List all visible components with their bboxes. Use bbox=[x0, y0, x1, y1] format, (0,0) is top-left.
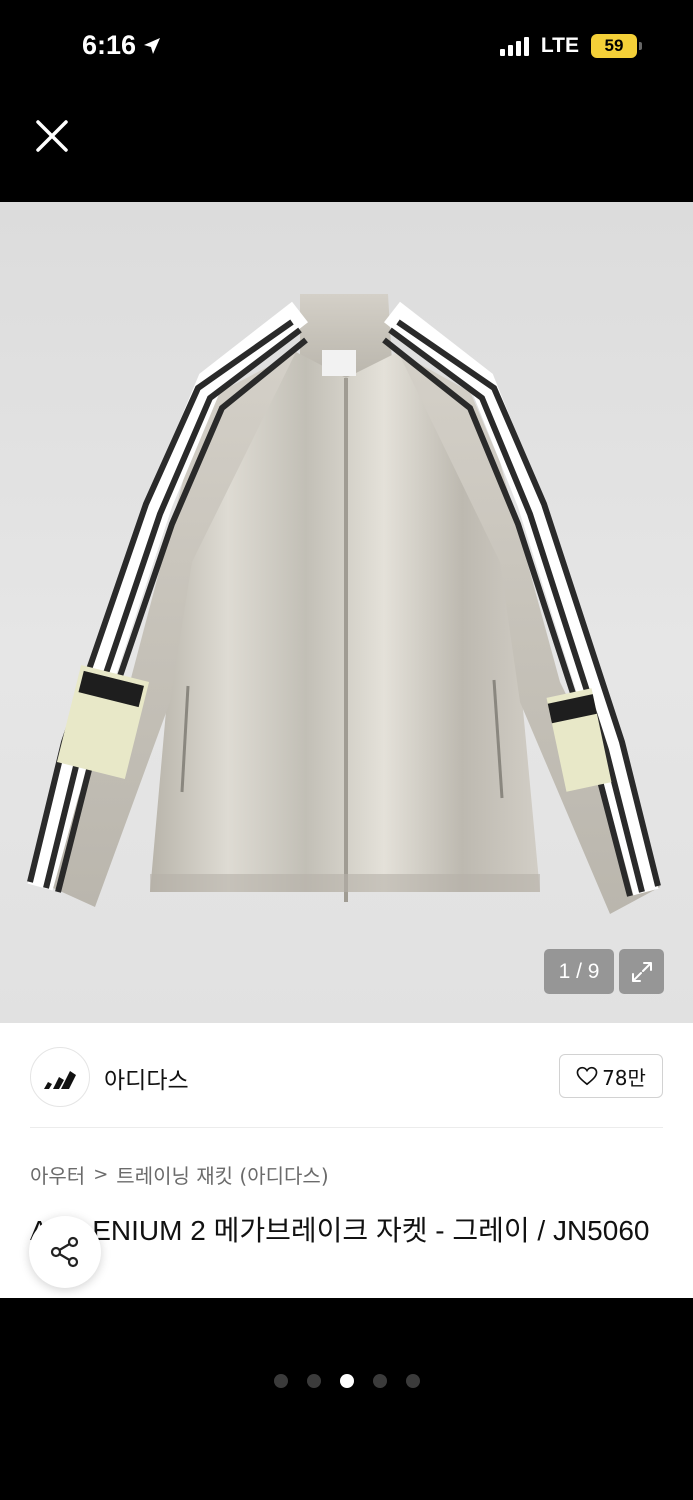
battery-level: 59 bbox=[604, 36, 624, 55]
breadcrumb: 아우터 > 트레이닝 재킷 (아디다스) bbox=[30, 1160, 329, 1189]
divider bbox=[30, 1127, 663, 1128]
breadcrumb-category[interactable]: 아우터 bbox=[30, 1160, 85, 1189]
brand-logo[interactable] bbox=[30, 1047, 90, 1107]
product-sheet: 1 / 9 아디다스 78만 아우터 > 트레이닝 재킷 (아디다스) ADIL… bbox=[0, 202, 693, 1298]
time-text: 6:16 bbox=[82, 30, 137, 60]
battery-icon: 59 bbox=[591, 34, 642, 58]
like-count: 78만 bbox=[602, 1065, 646, 1090]
pager-dot[interactable] bbox=[273, 1374, 288, 1388]
location-arrow-icon bbox=[144, 37, 161, 54]
like-button[interactable]: 78만 bbox=[559, 1054, 663, 1098]
breadcrumb-subcategory[interactable]: 트레이닝 재킷 (아디다스) bbox=[116, 1160, 328, 1189]
expand-button[interactable] bbox=[619, 949, 664, 994]
breadcrumb-separator: > bbox=[93, 1164, 109, 1185]
network-label: LTE bbox=[540, 34, 579, 57]
close-button[interactable] bbox=[30, 114, 74, 158]
expand-icon bbox=[631, 961, 652, 982]
signal-icon bbox=[499, 36, 529, 56]
brand-row: 아디다스 78만 bbox=[30, 1047, 663, 1107]
product-image[interactable]: 1 / 9 bbox=[0, 202, 693, 1023]
pager-dot-active[interactable] bbox=[339, 1374, 354, 1388]
pager-dots bbox=[0, 1374, 693, 1388]
pager-dot[interactable] bbox=[372, 1374, 387, 1388]
jacket-illustration bbox=[27, 294, 661, 914]
pager-dot[interactable] bbox=[405, 1374, 420, 1388]
status-bar: 6:16 LTE 59 bbox=[0, 0, 693, 96]
share-button[interactable] bbox=[29, 1216, 101, 1288]
adidas-logo bbox=[44, 1071, 76, 1089]
pager-dot[interactable] bbox=[306, 1374, 321, 1388]
image-counter: 1 / 9 bbox=[544, 949, 614, 994]
brand-name[interactable]: 아디다스 bbox=[104, 1061, 189, 1095]
status-time: 6:16 bbox=[82, 30, 162, 61]
status-indicators: LTE 59 bbox=[499, 34, 642, 58]
share-icon bbox=[50, 1236, 79, 1268]
close-icon bbox=[36, 120, 68, 152]
heart-icon bbox=[576, 1066, 598, 1086]
product-title: ADILENIUM 2 메가브레이크 자켓 - 그레이 / JN5060 bbox=[30, 1215, 650, 1246]
